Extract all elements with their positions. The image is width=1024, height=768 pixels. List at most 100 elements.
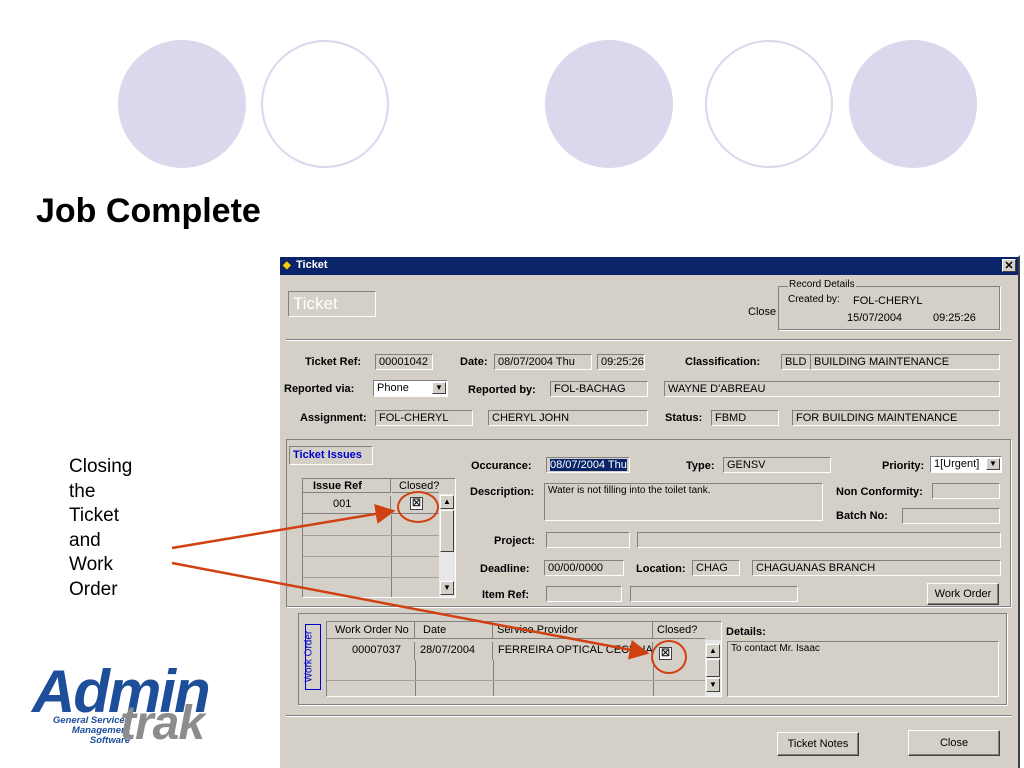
wo-header-no: Work Order No — [327, 622, 415, 639]
non-conformity-label: Non Conformity: — [836, 486, 923, 498]
details-label: Details: — [726, 626, 766, 638]
title-bar: ◆ Ticket ✕ — [280, 257, 1018, 275]
location-label: Location: — [636, 563, 686, 575]
ticket-heading: Ticket — [288, 291, 376, 317]
wo-scrollbar[interactable]: ▲ ▼ — [705, 640, 721, 696]
record-details-legend: Record Details — [788, 279, 856, 290]
status-code-field[interactable]: FBMD — [711, 410, 779, 426]
wo-no-cell: 00007037 — [327, 642, 415, 660]
slide-title: Job Complete — [36, 192, 261, 230]
reported-by-name-field[interactable]: WAYNE D'ABREAU — [664, 381, 1000, 397]
project-code-field[interactable] — [546, 532, 630, 548]
logo-subtitle: General Services Management Software — [52, 715, 130, 746]
work-order-side-label: Work Order — [303, 630, 315, 683]
priority-select[interactable]: 1[Urgent] ▼ — [930, 456, 1002, 473]
description-label: Description: — [470, 486, 535, 498]
non-conformity-field[interactable] — [932, 483, 1000, 499]
item-ref-code-field[interactable] — [546, 586, 622, 602]
scroll-thumb[interactable] — [706, 659, 720, 677]
callout-line: and — [69, 529, 101, 551]
decor-circle-1 — [118, 40, 246, 168]
issues-scrollbar[interactable]: ▲ ▼ — [439, 494, 455, 597]
assignment-code-field[interactable]: FOL-CHERYL — [375, 410, 473, 426]
batch-no-label: Batch No: — [836, 510, 888, 522]
created-time: 09:25:26 — [933, 312, 976, 324]
window-title: Ticket — [296, 259, 328, 271]
wo-provider-cell: FERREIRA OPTICAL CECELIA — [493, 642, 653, 660]
admintrak-logo: Admin General Services Management Softwa… — [0, 660, 250, 750]
scroll-thumb[interactable] — [440, 510, 454, 552]
wo-header-closed: Closed? — [653, 622, 705, 639]
decor-circle-5 — [849, 40, 977, 168]
created-by-label: Created by: — [788, 294, 840, 305]
item-ref-name-field[interactable] — [630, 586, 798, 602]
ticket-window: ◆ Ticket ✕ Ticket Close Record Details C… — [278, 255, 1020, 768]
type-label: Type: — [686, 460, 715, 472]
window-close-icon[interactable]: ✕ — [1002, 259, 1016, 272]
app-icon: ◆ — [283, 260, 291, 271]
work-order-side-tab[interactable]: Work Order — [303, 624, 321, 690]
callout-line: the — [69, 480, 96, 502]
callout-line: Closing — [69, 456, 133, 477]
logo-trak-text: trak — [120, 697, 205, 750]
scroll-down-icon[interactable]: ▼ — [706, 678, 720, 692]
callout-text: Closing the Ticket and Work Order — [69, 455, 132, 602]
close-button[interactable]: Close — [908, 730, 1000, 756]
occurance-field[interactable]: 08/07/2004 Thu — [546, 457, 630, 473]
reported-by-label: Reported by: — [468, 384, 536, 396]
tab-ticket-issues[interactable]: Ticket Issues — [289, 446, 373, 465]
project-label: Project: — [494, 535, 535, 547]
decor-circle-2 — [261, 40, 389, 168]
issue-closed-highlight — [397, 491, 439, 523]
issues-header-ref: Issue Ref — [303, 479, 391, 493]
assignment-name-field[interactable]: CHERYL JOHN — [488, 410, 648, 426]
classification-label: Classification: — [685, 356, 761, 368]
close-link[interactable]: Close — [748, 306, 776, 318]
date-field[interactable]: 08/07/2004 Thu — [494, 354, 592, 370]
wo-header-date: Date — [415, 622, 493, 639]
classification-name-field[interactable]: BUILDING MAINTENANCE — [810, 354, 1000, 370]
chevron-down-icon[interactable]: ▼ — [986, 458, 1000, 470]
description-field[interactable]: Water is not filling into the toilet tan… — [544, 483, 823, 521]
created-by-value: FOL-CHERYL — [853, 295, 923, 307]
ticket-ref-field[interactable]: 00001042 — [375, 354, 433, 370]
deadline-label: Deadline: — [480, 563, 530, 575]
date-label: Date: — [460, 356, 488, 368]
status-label: Status: — [665, 412, 703, 424]
ticket-notes-button[interactable]: Ticket Notes — [777, 732, 859, 756]
batch-no-field[interactable] — [902, 508, 1000, 524]
wo-header-provider: Service Providor — [493, 622, 653, 639]
time-field[interactable]: 09:25:26 — [597, 354, 645, 370]
location-name-field[interactable]: CHAGUANAS BRANCH — [752, 560, 1001, 576]
reported-via-select[interactable]: Phone ▼ — [373, 380, 448, 397]
scroll-up-icon[interactable]: ▲ — [706, 644, 720, 658]
assignment-label: Assignment: — [300, 412, 367, 424]
callout-line: Order — [69, 578, 118, 600]
reported-via-label: Reported via: — [284, 383, 355, 395]
work-order-button[interactable]: Work Order — [927, 583, 999, 605]
priority-label: Priority: — [882, 460, 925, 472]
callout-line: Work — [69, 554, 113, 575]
scroll-down-icon[interactable]: ▼ — [440, 581, 454, 595]
reported-by-code-field[interactable]: FOL-BACHAG — [550, 381, 648, 397]
project-name-field[interactable] — [637, 532, 1001, 548]
table-row[interactable]: 00007037 28/07/2004 FERREIRA OPTICAL CEC… — [327, 640, 705, 660]
footer-divider — [286, 715, 1012, 717]
issues-empty-area — [303, 515, 439, 597]
scroll-up-icon[interactable]: ▲ — [440, 495, 454, 509]
status-name-field[interactable]: FOR BUILDING MAINTENANCE — [792, 410, 1000, 426]
wo-date-cell: 28/07/2004 — [415, 642, 493, 660]
wo-closed-highlight — [651, 640, 687, 674]
details-field[interactable]: To contact Mr. Isaac — [727, 641, 999, 697]
ticket-ref-label: Ticket Ref: — [305, 356, 362, 368]
location-code-field[interactable]: CHAG — [692, 560, 740, 576]
created-date: 15/07/2004 — [847, 312, 903, 324]
decor-circle-4 — [705, 40, 833, 168]
occurance-label: Occurance: — [471, 460, 532, 472]
type-field[interactable]: GENSV — [723, 457, 831, 473]
wo-empty-area — [327, 660, 705, 696]
item-ref-label: Item Ref: — [482, 589, 530, 601]
chevron-down-icon[interactable]: ▼ — [432, 382, 446, 394]
deadline-field[interactable]: 00/00/0000 — [544, 560, 624, 576]
callout-line: Ticket — [69, 505, 119, 526]
